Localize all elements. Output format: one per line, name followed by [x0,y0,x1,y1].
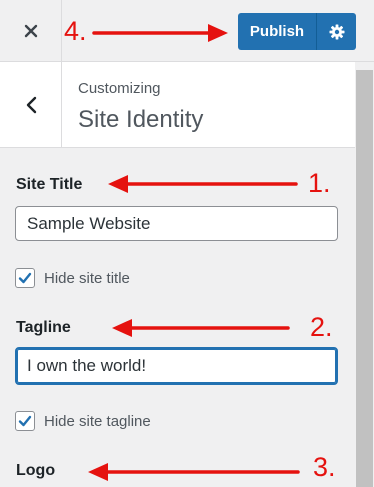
annotation-marker-3: 3. [313,452,336,482]
hide-tagline-checkbox[interactable] [15,411,35,431]
gear-icon [329,24,344,39]
hide-site-title-label: Hide site title [44,269,130,287]
tagline-label: Tagline [16,319,71,336]
hide-tagline-row: Hide site tagline [15,411,151,431]
checkmark-icon [18,272,32,284]
customizer-topbar: Publish [0,0,374,62]
publish-button[interactable]: Publish [238,13,317,50]
page-title: Site Identity [78,106,204,133]
publish-settings-button[interactable] [317,13,356,50]
back-button[interactable] [0,62,62,147]
site-title-label: Site Title [16,176,83,193]
hide-site-title-checkbox[interactable] [15,268,35,288]
annotation-marker-4: 4. [64,16,87,46]
annotation-arrowhead-3 [88,463,108,481]
logo-label: Logo [16,462,56,479]
annotation-arrowhead-1 [108,175,128,193]
publish-group: Publish [238,13,356,50]
annotation-marker-2: 2. [310,312,333,342]
section-header: Customizing Site Identity [0,62,374,148]
annotation-marker-1: 1. [308,168,331,198]
scrollbar[interactable] [355,62,374,487]
site-title-input[interactable]: Sample Website [15,206,338,241]
hide-tagline-label: Hide site tagline [44,412,151,430]
close-button[interactable] [0,0,62,62]
close-icon [24,24,37,38]
scroll-thumb[interactable] [356,70,373,487]
breadcrumb: Customizing [78,80,161,97]
chevron-left-icon [26,96,36,113]
checkmark-icon [18,415,32,427]
tagline-input[interactable]: I own the world! [15,347,338,385]
annotation-arrowhead-2 [112,319,132,337]
hide-site-title-row: Hide site title [15,268,130,288]
